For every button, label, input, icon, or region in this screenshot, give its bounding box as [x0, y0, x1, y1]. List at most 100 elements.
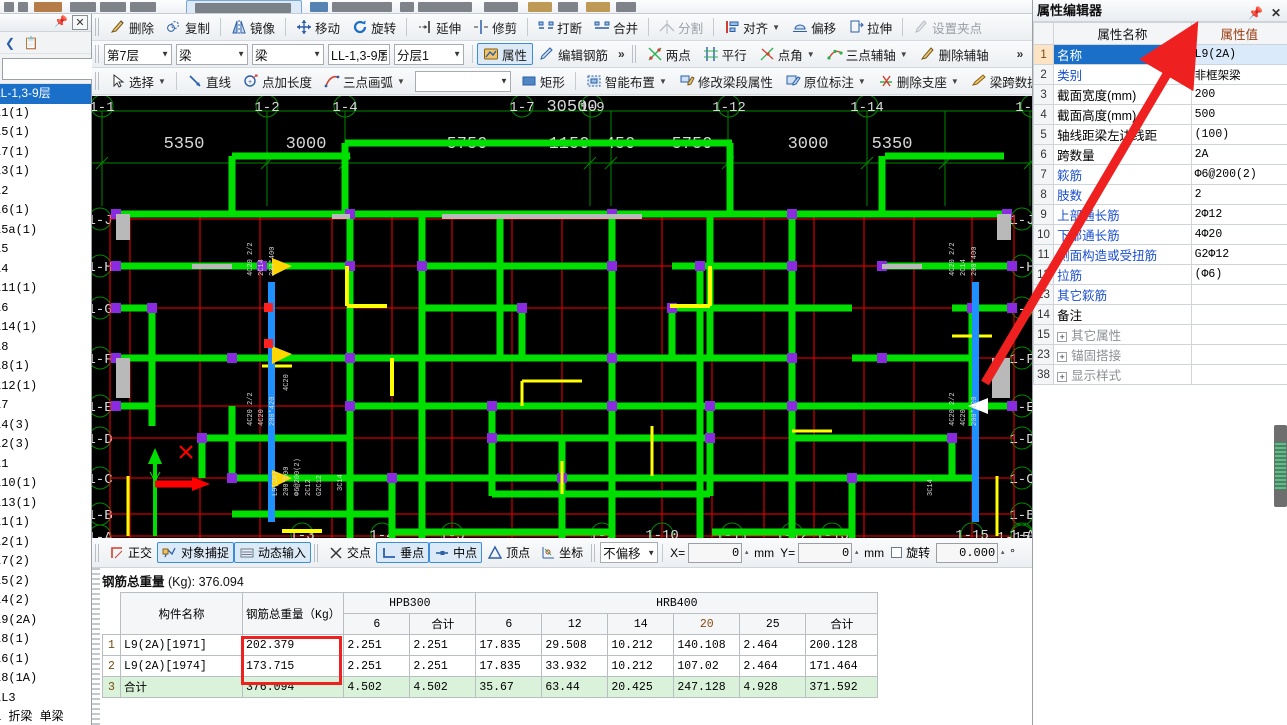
property-row[interactable]: 6 跨数量 2A: [1032, 144, 1287, 165]
chevron-down-icon[interactable]: ▼: [158, 77, 166, 86]
snap-toggle-ortho[interactable]: 正交: [104, 542, 157, 563]
property-value[interactable]: 200: [1190, 84, 1287, 105]
component-list-item[interactable]: L4: [0, 260, 91, 280]
component-list-item[interactable]: L8(1A): [0, 669, 91, 689]
component-list-item[interactable]: L8(1): [0, 357, 91, 377]
toolbar-button-in-situ-label[interactable]: 原位标注 ▼: [779, 70, 872, 92]
table-row[interactable]: 2 L9(2A)[1974] 173.715 2.251 2.251 17.835 33.9…: [102, 655, 879, 677]
toolbar-button-align[interactable]: 对齐 ▼: [718, 16, 786, 38]
table-row[interactable]: 3 合计 376.094 4.502 4.502 35.67 63.44 20.425 247.…: [102, 676, 879, 698]
toolbar-button-smart-layout[interactable]: 智能布置 ▼: [580, 70, 673, 92]
property-row[interactable]: 15 + 其它属性: [1032, 324, 1287, 345]
chevron-double-right-icon[interactable]: »: [614, 47, 629, 61]
component-list-item[interactable]: L1(1): [0, 513, 91, 533]
property-row[interactable]: 38 + 显示样式: [1032, 364, 1287, 385]
toolbar-button-stretch[interactable]: 拉伸: [842, 16, 898, 38]
property-value[interactable]: (100): [1190, 124, 1287, 145]
property-value[interactable]: L9(2A): [1190, 44, 1287, 65]
toolbar-button-edit-rebar[interactable]: 编辑钢筋: [533, 43, 614, 65]
toolbar-button-rectangle[interactable]: 矩形: [515, 70, 571, 92]
component-list-item[interactable]: L4(3): [0, 416, 91, 436]
chevron-down-icon[interactable]: ▼: [772, 23, 780, 32]
property-row[interactable]: 1 名称 L9(2A): [1032, 44, 1287, 65]
toolbar-button-trim[interactable]: 修剪: [467, 16, 523, 38]
property-value[interactable]: (Φ6): [1190, 264, 1287, 285]
component-list-item[interactable]: L2: [0, 182, 91, 202]
component-list-item[interactable]: L11(1): [0, 279, 91, 299]
chevron-down-icon[interactable]: ▼: [659, 77, 667, 86]
expand-icon[interactable]: +: [1057, 331, 1068, 342]
chevron-down-icon[interactable]: ▼: [951, 77, 959, 86]
expand-icon[interactable]: +: [1057, 371, 1068, 382]
chevron-down-icon[interactable]: ▼: [397, 77, 405, 86]
component-list-item[interactable]: LL3: [0, 689, 91, 709]
toolbar-button-extend[interactable]: 延伸: [411, 16, 467, 38]
y-input[interactable]: 0▲▼: [798, 542, 858, 567]
component-list-item[interactable]: L8(1): [0, 630, 91, 650]
x-input[interactable]: 0▲▼: [688, 542, 748, 567]
property-value[interactable]: 非框架梁: [1190, 64, 1287, 85]
pin-icon[interactable]: 📌: [1248, 2, 1263, 24]
component-list-item[interactable]: L6(1): [0, 650, 91, 670]
component-list-item[interactable]: L7(1): [0, 143, 91, 163]
property-value[interactable]: 4Φ20: [1190, 224, 1287, 245]
chevron-down-icon[interactable]: ▼: [313, 50, 321, 59]
property-value[interactable]: 2: [1190, 184, 1287, 205]
snap-mode-intersection[interactable]: 交点: [323, 542, 376, 563]
component-list-item[interactable]: L8: [0, 338, 91, 358]
toolbar-button-properties[interactable]: 属性: [477, 43, 534, 65]
table-row[interactable]: 1 L9(2A)[1971] 202.379 2.251 2.251 17.835 29.5…: [102, 634, 879, 656]
combo-component-type[interactable]: 梁 ▼: [252, 43, 324, 65]
component-list-item[interactable]: L7(2): [0, 552, 91, 572]
combo-floor[interactable]: 第7层 ▼: [104, 43, 172, 65]
toolbar-button-delete-support[interactable]: 删除支座 ▼: [872, 70, 965, 92]
ribbon-active-tab[interactable]: [186, 0, 302, 13]
rotate-checkbox[interactable]: [891, 547, 903, 558]
toolbar-button-split[interactable]: 分割: [653, 16, 709, 38]
toolbar-grip[interactable]: [95, 45, 101, 63]
property-value[interactable]: 500: [1190, 104, 1287, 125]
chevron-down-icon[interactable]: ▼: [900, 50, 908, 59]
component-list-item[interactable]: L1: [0, 455, 91, 475]
snap-mode-perpendicular[interactable]: 垂点: [376, 542, 430, 563]
property-row[interactable]: 13 其它篍筋: [1032, 284, 1287, 305]
snap-mode-midpoint[interactable]: 中点: [429, 542, 483, 563]
property-value[interactable]: G2Φ12: [1190, 244, 1287, 265]
toolbar-button-offset[interactable]: 偏移: [786, 16, 842, 38]
combo-offset-mode[interactable]: 不偏移 ▼: [600, 542, 659, 563]
property-row[interactable]: 3 截面宽度(mm) 200: [1032, 84, 1287, 105]
copy-icon[interactable]: 📋: [23, 35, 39, 51]
property-row[interactable]: 9 上部通长筋 2Φ12: [1032, 204, 1287, 225]
snap-mode-coordinate[interactable]: 坐标: [535, 542, 588, 563]
toolbar-button-move[interactable]: 移动: [290, 16, 346, 38]
chevron-double-right-icon[interactable]: »: [1013, 47, 1028, 61]
component-list-item[interactable]: L5a(1): [0, 221, 91, 241]
toolbar-grip[interactable]: [95, 72, 101, 90]
toolbar-button-merge[interactable]: 合并: [588, 16, 644, 38]
close-icon[interactable]: ✕: [72, 15, 88, 30]
toolbar-button-line[interactable]: 直线: [181, 70, 237, 92]
component-list-item[interactable]: L6: [0, 299, 91, 319]
component-list-item[interactable]: a 折梁 单梁: [0, 708, 91, 725]
property-row[interactable]: 12 拉筋 (Φ6): [1032, 264, 1287, 285]
component-list-item[interactable]: L13(1): [0, 494, 91, 514]
snap-toggle-dynamic-input[interactable]: 动态输入: [234, 542, 312, 563]
combo-draw-mode[interactable]: ▼: [414, 70, 511, 92]
component-list-item-selected[interactable]: LL-1,3-9层: [0, 84, 91, 104]
property-value[interactable]: 2A: [1190, 144, 1287, 165]
chevron-down-icon[interactable]: ▼: [500, 77, 508, 86]
back-arrow-icon[interactable]: ❮: [2, 35, 18, 51]
component-list-item[interactable]: L9(2A): [0, 611, 91, 631]
property-row[interactable]: 11 侧面构造或受扭筋 G2Φ12: [1032, 244, 1287, 265]
component-list-item[interactable]: L2(1): [0, 533, 91, 553]
component-list-item[interactable]: L5(1): [0, 123, 91, 143]
snap-toggle-object-snap[interactable]: 对象捕捉: [157, 542, 235, 563]
property-row[interactable]: 14 备注: [1032, 304, 1287, 325]
component-list[interactable]: LL-1,3-9层L1(1)L5(1)L7(1)L3(1)L2L6(1)L5a(…: [0, 84, 91, 725]
rotate-input[interactable]: 0.000▲▼: [936, 542, 1004, 567]
component-list-item[interactable]: L12(1): [0, 377, 91, 397]
toolbar-button-erase[interactable]: 删除: [104, 16, 160, 38]
combo-category[interactable]: 梁 ▼: [176, 43, 248, 65]
chevron-down-icon[interactable]: ▼: [647, 548, 655, 557]
property-value[interactable]: [1190, 344, 1287, 365]
